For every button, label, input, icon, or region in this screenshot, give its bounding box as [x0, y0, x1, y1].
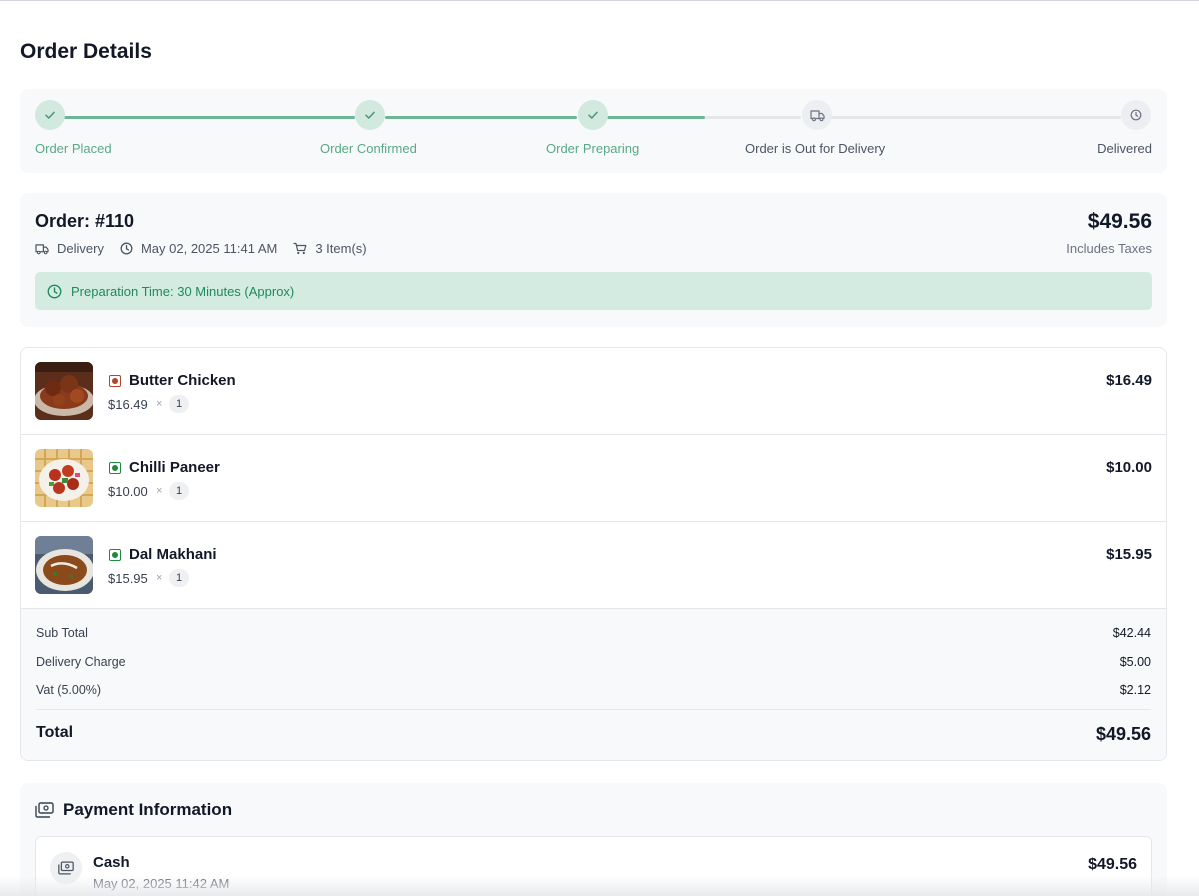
- summary-divider: [36, 709, 1151, 710]
- cart-icon: [293, 242, 307, 255]
- non-veg-indicator-icon: [109, 375, 121, 387]
- payment-section-title: Payment Information: [35, 800, 232, 820]
- page-title: Order Details: [20, 40, 152, 63]
- veg-indicator-icon: [109, 462, 121, 474]
- preparation-time-banner: Preparation Time: 30 Minutes (Approx): [35, 272, 1152, 310]
- multiply-sign: ×: [156, 572, 163, 584]
- item-quantity-badge: 1: [169, 482, 189, 500]
- step-label-placed: Order Placed: [35, 141, 112, 156]
- order-item-row: Butter Chicken $16.49 × 1 $16.49: [21, 348, 1166, 435]
- top-border: [0, 0, 1199, 1]
- item-unit-price: $15.95: [108, 571, 148, 586]
- subtotal-value: $42.44: [1112, 626, 1151, 640]
- progress-line-pending: [705, 116, 801, 119]
- progress-line-complete: [50, 116, 355, 119]
- step-delivered-clock-icon: [1121, 100, 1151, 130]
- cash-payment-icon: [50, 852, 82, 884]
- order-datetime: May 02, 2025 11:41 AM: [120, 241, 277, 256]
- order-items-card: Butter Chicken $16.49 × 1 $16.49 Chilli …: [20, 347, 1167, 761]
- progress-line-complete: [607, 116, 705, 119]
- veg-indicator-icon: [109, 549, 121, 561]
- progress-line-complete: [385, 116, 577, 119]
- item-image-dal-makhani: [35, 536, 93, 594]
- order-item-row: Dal Makhani $15.95 × 1 $15.95: [21, 522, 1166, 609]
- item-unit-price: $10.00: [108, 484, 148, 499]
- item-total-price: $10.00: [1106, 459, 1152, 476]
- grand-total-row: Total $49.56: [36, 724, 1151, 744]
- step-delivery-truck-icon: [802, 100, 832, 130]
- vat-value: $2.12: [1119, 683, 1151, 697]
- step-label-confirmed: Order Confirmed: [320, 141, 417, 156]
- clock-icon: [120, 242, 133, 255]
- payment-information-card: Payment Information Cash May 02, 2025 11…: [20, 783, 1167, 896]
- grand-total-value: $49.56: [1095, 724, 1151, 744]
- order-progress-tracker: Order Placed Order Confirmed Order Prepa…: [20, 89, 1167, 173]
- order-item-row: Chilli Paneer $10.00 × 1 $10.00: [21, 435, 1166, 522]
- item-quantity-badge: 1: [169, 395, 189, 413]
- payment-date: May 02, 2025 11:42 AM: [93, 876, 230, 891]
- clock-icon: [47, 284, 62, 298]
- payment-amount: $49.56: [1088, 856, 1137, 873]
- price-summary: Sub Total $42.44 Delivery Charge $5.00 V…: [21, 609, 1166, 760]
- payment-method: Cash: [93, 854, 130, 871]
- item-image-butter-chicken: [35, 362, 93, 420]
- order-item-count: 3 Item(s): [293, 241, 367, 256]
- order-meta: Delivery May 02, 2025 11:41 AM 3 Item(s): [35, 241, 383, 256]
- step-confirmed-check-icon: [355, 100, 385, 130]
- progress-line-pending: [831, 116, 1121, 119]
- item-name: Dal Makhani: [129, 546, 217, 563]
- payment-entry: Cash May 02, 2025 11:42 AM $49.56: [35, 836, 1152, 896]
- order-summary-card: Order: #110 $49.56 Includes Taxes Delive…: [20, 193, 1167, 327]
- delivery-charge-value: $5.00: [1119, 655, 1151, 669]
- step-label-out-for-delivery: Order is Out for Delivery: [745, 141, 886, 156]
- truck-icon: [35, 243, 49, 254]
- subtotal-row: Sub Total $42.44: [36, 626, 1151, 640]
- item-quantity-badge: 1: [169, 569, 189, 587]
- step-label-delivered: Delivered: [1097, 141, 1152, 156]
- step-label-preparing: Order Preparing: [546, 141, 640, 156]
- step-placed-check-icon: [35, 100, 65, 130]
- order-number: Order: #110: [35, 211, 135, 231]
- item-name: Butter Chicken: [129, 372, 236, 389]
- multiply-sign: ×: [156, 485, 163, 497]
- item-total-price: $16.49: [1106, 372, 1152, 389]
- multiply-sign: ×: [156, 398, 163, 410]
- order-total: $49.56: [1087, 210, 1152, 233]
- cash-icon: [35, 802, 54, 818]
- vat-row: Vat (5.00%) $2.12: [36, 683, 1151, 697]
- item-unit-price: $16.49: [108, 397, 148, 412]
- item-image-chilli-paneer: [35, 449, 93, 507]
- item-name: Chilli Paneer: [129, 459, 220, 476]
- item-total-price: $15.95: [1106, 546, 1152, 563]
- delivery-charge-row: Delivery Charge $5.00: [36, 655, 1151, 669]
- order-type: Delivery: [35, 241, 104, 256]
- tax-note: Includes Taxes: [1066, 241, 1152, 256]
- step-preparing-check-icon: [578, 100, 608, 130]
